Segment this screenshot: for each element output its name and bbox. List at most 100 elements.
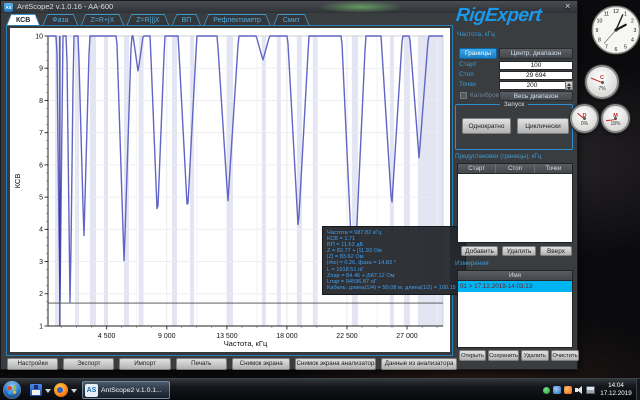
gauge-label: D [572, 113, 597, 119]
svg-text:4 500: 4 500 [98, 333, 116, 340]
aero-glass-glow [319, 1, 403, 13]
start-frequency-input[interactable] [499, 61, 573, 70]
measurement-save-button[interactable]: Сохранить [488, 350, 519, 361]
svg-text:11: 11 [604, 11, 609, 17]
svg-text:КСВ: КСВ [13, 174, 22, 189]
measurement-delete-button[interactable]: Удалить [521, 350, 549, 361]
analyzer-data-button[interactable]: Данные из анализатора [381, 358, 457, 370]
app-icon: AS [4, 3, 13, 12]
svg-text:4: 4 [631, 37, 634, 43]
tray-clock[interactable]: 14:04 17.12.2019 [598, 382, 634, 398]
gauge-label: C [587, 75, 617, 81]
tab-page-frame: 123456789104 5009 00013 50018 00022 5002… [6, 25, 453, 356]
svg-text:22 500: 22 500 [336, 333, 358, 340]
frequency-section-label: Частота, кГц [457, 31, 495, 39]
center-span-mode-button[interactable]: Центр, диапазон [499, 48, 573, 59]
svg-text:8: 8 [39, 98, 43, 105]
keyboard-layout-icon[interactable] [586, 386, 595, 394]
show-desktop-button[interactable] [636, 379, 640, 400]
screenshot-button[interactable]: Снимок экрана [232, 358, 291, 370]
spin-up-icon[interactable] [567, 83, 571, 86]
presets-col-stop: Стоп [496, 164, 534, 173]
svg-text:6: 6 [615, 47, 618, 53]
svg-text:1: 1 [39, 323, 43, 330]
run-cyclic-button[interactable]: Циклически [517, 118, 569, 134]
preset-up-button[interactable]: Вверх [540, 246, 572, 256]
app-icon: AS [85, 384, 98, 397]
start-field-label: Старт [459, 61, 477, 69]
desktop: AS AntScope2 v.1.0.16 - AA-600 КСВ Фаза … [0, 0, 640, 400]
cpu-gauge-gadget: C 7% [585, 65, 619, 99]
swr-chart-canvas[interactable]: 123456789104 5009 00013 50018 00022 5002… [10, 28, 450, 352]
measurement-row[interactable]: 01 > 17.12.2019-14:03:13 [458, 281, 572, 292]
windows-logo-icon [8, 386, 17, 395]
measurements-label: Измерения [455, 260, 489, 268]
taskbar: AS AntScope2 v.1.0.1... 14:04 17.12.2019 [0, 378, 640, 400]
points-field-label: Точки [459, 81, 476, 89]
measurement-clear-button[interactable]: Очистить [551, 350, 579, 361]
svg-text:9 000: 9 000 [158, 333, 176, 340]
tray-status-orange-icon[interactable] [564, 386, 572, 394]
export-button[interactable]: Экспорт [63, 358, 114, 370]
calibration-checkbox[interactable] [460, 92, 467, 99]
svg-text:5: 5 [39, 195, 43, 202]
print-button[interactable]: Печать [176, 358, 227, 370]
presets-col-points: Точки [535, 164, 572, 173]
tray-status-green-icon[interactable] [543, 387, 550, 394]
analyzer-screenshot-button[interactable]: Снимок экрана анализатора [295, 358, 376, 370]
presets-label: Предустановки (границы), кГц [455, 153, 541, 161]
run-single-button[interactable]: Однократно [462, 118, 511, 134]
preset-add-button[interactable]: Добавить [461, 246, 498, 256]
measurements-table-header: Имя [458, 271, 572, 281]
launch-group: Запуск Однократно Циклически [455, 104, 573, 150]
memory-gauge-gadget: M 18% [601, 104, 630, 133]
svg-text:10: 10 [35, 33, 43, 40]
svg-text:Частота, кГц: Частота, кГц [224, 339, 268, 348]
svg-text:9: 9 [596, 28, 599, 34]
jumplist-arrow-icon[interactable] [71, 389, 77, 393]
tray-status-blue-icon[interactable] [553, 386, 561, 394]
svg-text:27 000: 27 000 [396, 333, 418, 340]
bounds-mode-button[interactable]: Границы [459, 48, 497, 59]
measurements-table[interactable]: Имя 01 > 17.12.2019-14:03:13 [457, 270, 573, 348]
firefox-icon[interactable] [54, 383, 68, 397]
chart-tooltip: Частота = 987.82 кГц КСВ = 1.71 ВП = 11.… [322, 226, 466, 295]
import-button[interactable]: Импорт [119, 358, 170, 370]
spin-down-icon[interactable] [567, 87, 571, 90]
svg-text:8: 8 [598, 37, 601, 43]
svg-text:10: 10 [597, 18, 603, 24]
disk-gauge-gadget: D 0% [570, 104, 599, 133]
stop-field-label: Стоп [459, 71, 474, 79]
floppy-save-icon[interactable] [30, 384, 42, 396]
gauge-value: 7% [587, 86, 617, 92]
points-input[interactable] [499, 81, 573, 90]
stop-frequency-input[interactable] [499, 71, 573, 80]
window-title: AntScope2 v.1.0.16 - AA-600 [17, 1, 113, 13]
taskbar-app-button[interactable]: AS AntScope2 v.1.0.1... [82, 381, 170, 399]
clock-gadget: 123456789101112 [589, 3, 640, 57]
measurement-open-button[interactable]: Открыть [459, 350, 486, 361]
tray-time: 14:04 [598, 382, 634, 390]
launch-group-title: Запуск [500, 101, 528, 109]
settings-button[interactable]: Настройки [7, 358, 58, 370]
presets-table-header: Старт Стоп Точки [458, 164, 572, 174]
preset-delete-button[interactable]: Удалить [502, 246, 536, 256]
jumplist-arrow-icon[interactable] [45, 389, 51, 393]
tooltip-line: Кабель: длина(1/4) = 50.08 м, длина(1/2)… [327, 285, 461, 291]
svg-text:9: 9 [39, 66, 43, 73]
start-button[interactable] [3, 381, 21, 399]
svg-text:1: 1 [624, 11, 627, 17]
svg-text:6: 6 [39, 162, 43, 169]
gauge-value: 0% [572, 121, 597, 127]
volume-icon[interactable] [577, 386, 582, 394]
presets-table[interactable]: Старт Стоп Точки [457, 163, 573, 243]
svg-text:2: 2 [631, 18, 634, 24]
presets-col-start: Старт [458, 164, 496, 173]
points-stepper[interactable] [565, 81, 573, 90]
full-range-button[interactable]: Весь диапазон [499, 91, 573, 101]
gauge-value: 18% [603, 121, 628, 127]
gadget-close-icon[interactable]: × [565, 1, 570, 11]
swr-chart[interactable]: 123456789104 5009 00013 50018 00022 5002… [10, 28, 450, 352]
tray-date: 17.12.2019 [598, 390, 634, 398]
svg-text:4: 4 [39, 227, 43, 234]
